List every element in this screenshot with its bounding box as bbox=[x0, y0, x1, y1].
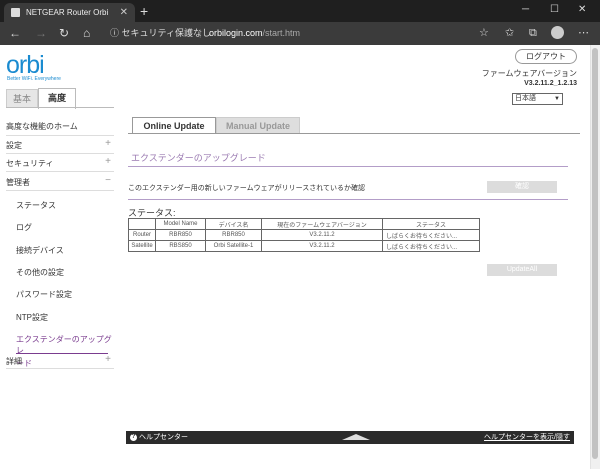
check-description: このエクステンダー用の新しいファームウェアがリリースされているか確認 bbox=[128, 185, 366, 192]
sidebar-divider bbox=[6, 153, 114, 154]
scrollbar-thumb[interactable] bbox=[592, 48, 598, 459]
table-header-cell: デバイス名 bbox=[205, 218, 262, 230]
table-cell: RBS850 bbox=[155, 240, 206, 252]
home-icon[interactable]: ⌂ bbox=[83, 25, 90, 42]
logo-text: orbi bbox=[6, 51, 45, 79]
logout-button[interactable]: ログアウト bbox=[515, 49, 577, 64]
window-maximize-button[interactable]: ☐ bbox=[550, 0, 559, 22]
help-question-icon: ? bbox=[130, 434, 137, 441]
table-cell: V3.2.11.2 bbox=[261, 229, 383, 241]
expand-plus-icon[interactable]: + bbox=[105, 156, 111, 167]
sidebar-item-attached-devices[interactable]: 接続デバイス bbox=[6, 245, 114, 256]
logo-tagline: Better WiFi. Everywhere bbox=[7, 76, 61, 82]
language-select[interactable]: 日本語 ▼ bbox=[512, 93, 563, 105]
sidebar-item-label: 設定 bbox=[6, 141, 22, 150]
sidebar-divider bbox=[6, 171, 114, 172]
table-header-cell: ステータス bbox=[382, 218, 480, 230]
page-favicon-icon bbox=[11, 8, 20, 17]
help-center-toggle-link[interactable]: ヘルプセンターを表示/隠す bbox=[484, 431, 570, 444]
section-divider bbox=[128, 166, 568, 167]
favorite-star-icon[interactable]: ☆ bbox=[479, 26, 489, 41]
url-separator: | bbox=[199, 28, 202, 38]
sidebar-item-label: 管理者 bbox=[6, 178, 30, 187]
table-cell: RBR850 bbox=[155, 229, 206, 241]
table-row: Satellite RBS850 Orbi Satellite-1 V3.2.1… bbox=[128, 240, 480, 252]
section-divider bbox=[128, 199, 568, 200]
tabs-divider bbox=[6, 107, 114, 108]
favorites-list-icon[interactable]: ✩ bbox=[505, 26, 514, 41]
tab-advanced[interactable]: 高度 bbox=[38, 88, 76, 109]
security-indicator[interactable]: ⓘ セキュリティ保護なし bbox=[110, 25, 211, 42]
tab-title: NETGEAR Router Orbi bbox=[26, 8, 109, 17]
sidebar-item-password[interactable]: パスワード設定 bbox=[6, 289, 114, 300]
device-status-table: Model Name デバイス名 現在のファームウェアバージョン ステータス R… bbox=[128, 218, 480, 252]
table-row: Router RBR850 RBR850 V3.2.11.2 しばらくお待ちくだ… bbox=[128, 229, 480, 241]
address-bar-row: ← → ↻ ⌂ ⓘ セキュリティ保護なし | orbilogin.com/sta… bbox=[0, 22, 600, 45]
tab-close-icon[interactable]: ✕ bbox=[120, 3, 128, 22]
sidebar-divider bbox=[6, 190, 114, 191]
table-header-row: Model Name デバイス名 現在のファームウェアバージョン ステータス bbox=[128, 218, 480, 230]
sidebar-item-advanced-setup[interactable]: 詳細 + bbox=[6, 354, 114, 367]
sidebar-item-ntp[interactable]: NTP設定 bbox=[6, 312, 114, 323]
table-cell: RBR850 bbox=[205, 229, 262, 241]
table-header-cell: 現在のファームウェアバージョン bbox=[261, 218, 383, 230]
tab-manual-update[interactable]: Manual Update bbox=[216, 117, 300, 133]
tab-online-update[interactable]: Online Update bbox=[132, 117, 216, 134]
expand-plus-icon[interactable]: + bbox=[105, 138, 111, 149]
url-path: /start.htm bbox=[262, 28, 301, 38]
sidebar-item-label: 詳細 bbox=[6, 357, 22, 366]
table-cell: しばらくお待ちください... bbox=[382, 240, 480, 252]
section-title: エクステンダーのアップグレード bbox=[131, 153, 266, 163]
active-item-underline bbox=[16, 353, 108, 354]
url-field[interactable]: ⓘ セキュリティ保護なし | orbilogin.com/start.htm bbox=[103, 25, 498, 42]
firmware-label: ファームウェアバージョン bbox=[481, 69, 577, 78]
table-header-cell bbox=[128, 218, 156, 230]
sidebar-divider bbox=[6, 368, 114, 369]
help-toggle-arrow-icon[interactable] bbox=[342, 434, 370, 440]
window-close-button[interactable]: ✕ bbox=[578, 0, 586, 22]
table-cell: しばらくお待ちください... bbox=[382, 229, 480, 241]
sidebar-item-admin[interactable]: 管理者 − bbox=[6, 175, 114, 188]
browser-tab-bar: NETGEAR Router Orbi ✕ + ─ ☐ ✕ bbox=[0, 0, 600, 22]
update-all-button[interactable]: UpdateAll bbox=[487, 264, 557, 276]
check-button[interactable]: 確認 bbox=[487, 181, 557, 193]
collapse-minus-icon[interactable]: − bbox=[105, 175, 111, 186]
help-center-label: ヘルプセンター bbox=[139, 434, 188, 441]
table-cell: Satellite bbox=[128, 240, 156, 252]
table-header-cell: Model Name bbox=[155, 218, 206, 230]
new-tab-button[interactable]: + bbox=[140, 2, 148, 20]
collections-icon[interactable]: ⧉ bbox=[529, 26, 537, 41]
table-cell: V3.2.11.2 bbox=[261, 240, 383, 252]
firmware-version: V3.2.11.2_1.2.13 bbox=[524, 80, 577, 87]
sidebar-item-logs[interactable]: ログ bbox=[6, 222, 114, 233]
sidebar-item-security[interactable]: セキュリティ + bbox=[6, 156, 114, 169]
url-text: orbilogin.com/start.htm bbox=[209, 25, 300, 42]
table-cell: Router bbox=[128, 229, 156, 241]
refresh-icon[interactable]: ↻ bbox=[59, 25, 69, 42]
expand-plus-icon[interactable]: + bbox=[105, 354, 111, 365]
browser-tab[interactable]: NETGEAR Router Orbi ✕ bbox=[4, 3, 135, 22]
router-page: orbi Better WiFi. Everywhere ログアウト ファームウ… bbox=[0, 45, 590, 469]
language-value: 日本語 bbox=[515, 95, 536, 102]
tabs-underline bbox=[128, 133, 580, 134]
back-arrow-icon[interactable]: ← bbox=[9, 25, 21, 42]
chevron-down-icon: ▼ bbox=[554, 96, 560, 102]
sidebar-item-status[interactable]: ステータス bbox=[6, 200, 114, 211]
url-domain: orbilogin.com bbox=[209, 28, 263, 38]
table-cell: Orbi Satellite-1 bbox=[205, 240, 262, 252]
sidebar-item-other-settings[interactable]: その他の設定 bbox=[6, 267, 114, 278]
tab-basic[interactable]: 基本 bbox=[6, 89, 38, 108]
sidebar-item-label: セキュリティ bbox=[6, 159, 54, 168]
more-menu-icon[interactable]: ⋯ bbox=[578, 26, 589, 41]
sidebar-item-setup[interactable]: 設定 + bbox=[6, 138, 114, 151]
sidebar-item-advanced-home[interactable]: 高度な機能のホーム bbox=[6, 121, 114, 132]
forward-arrow-icon[interactable]: → bbox=[35, 25, 47, 42]
sidebar-divider bbox=[6, 135, 114, 136]
profile-avatar-icon[interactable] bbox=[551, 26, 564, 39]
window-minimize-button[interactable]: ─ bbox=[522, 0, 529, 22]
help-center-bar: ? ヘルプセンター ヘルプセンターを表示/隠す bbox=[126, 431, 574, 444]
